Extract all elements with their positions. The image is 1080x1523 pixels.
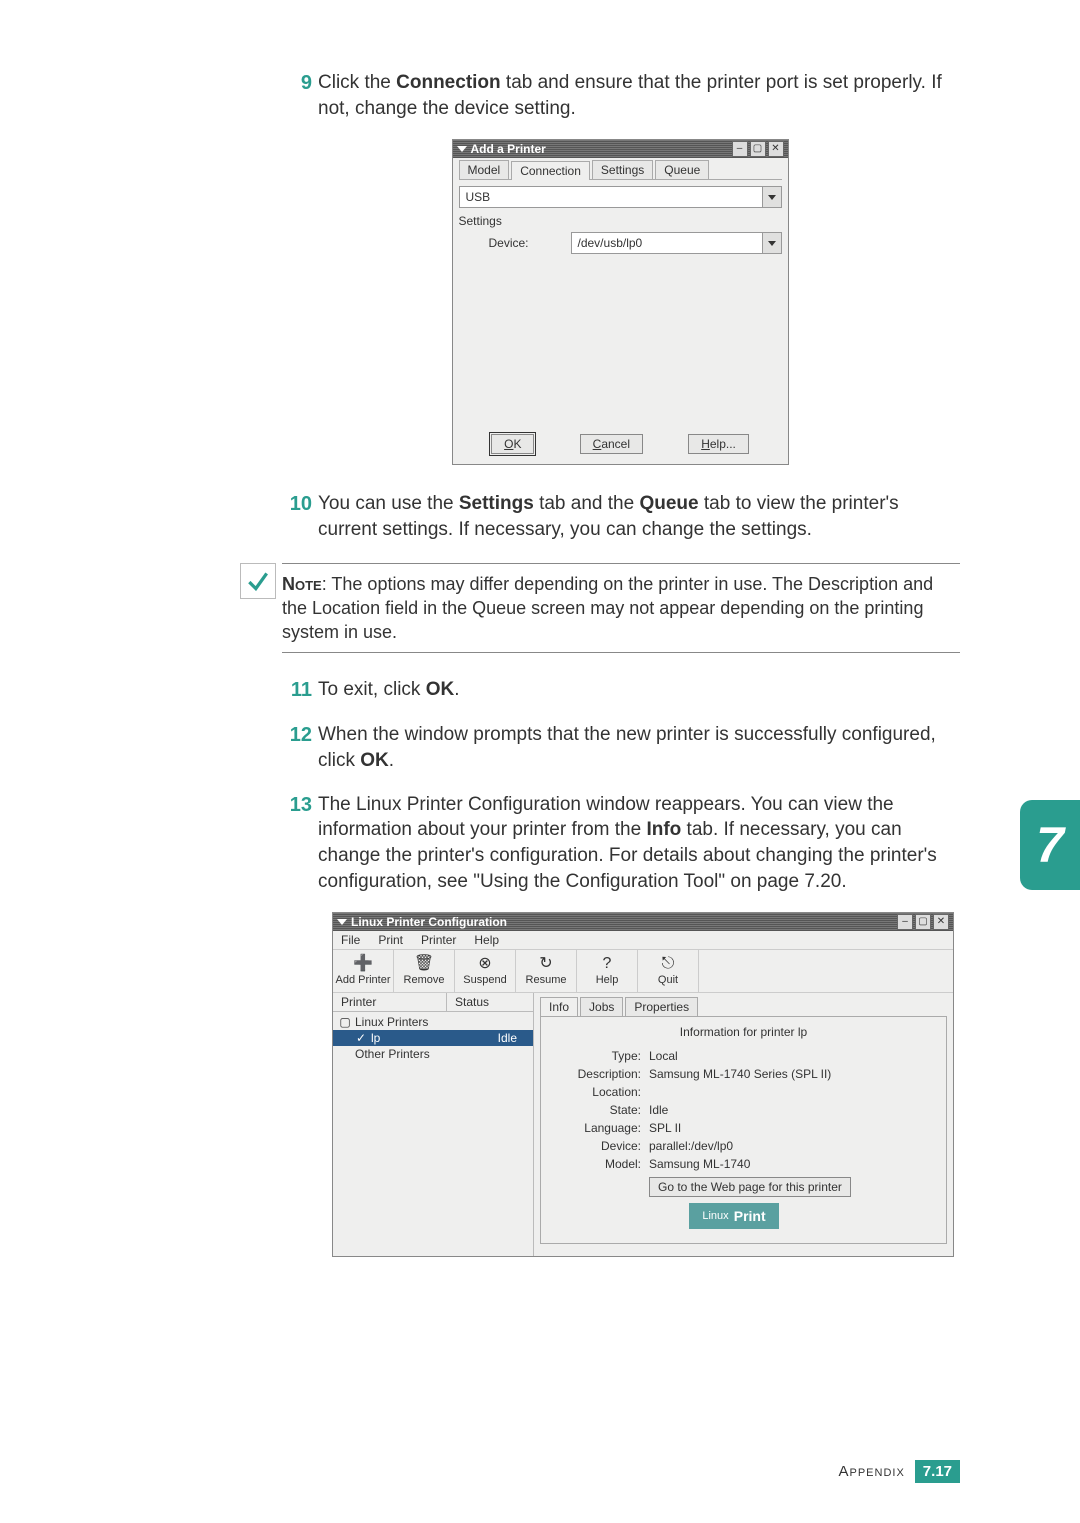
dialog-tabs: Model Connection Settings Queue: [459, 160, 782, 180]
linux-print-package-logo: Linux Print: [689, 1203, 779, 1229]
help-btn[interactable]: ?Help: [577, 950, 638, 992]
window-menu-icon[interactable]: [457, 146, 467, 152]
footer-appendix-label: Appendix: [839, 1463, 905, 1480]
step-13-text: The Linux Printer Configuration window r…: [318, 792, 960, 895]
connection-type-value: USB: [460, 190, 762, 204]
add-printer-dialog: Add a Printer – ▢ ✕ Model Connection Set…: [452, 139, 789, 465]
step-12-text: When the window prompts that the new pri…: [318, 722, 960, 773]
web-page-button[interactable]: Go to the Web page for this printer: [649, 1177, 851, 1197]
info-row: Description:Samsung ML-1740 Series (SPL …: [551, 1065, 936, 1083]
minimize-icon[interactable]: –: [732, 141, 748, 157]
toolbar: ➕Add Printer🗑Remove⊗Suspend↻Resume?Help⎋…: [333, 949, 953, 993]
tree-item[interactable]: Other Printers: [333, 1046, 533, 1062]
tab-queue[interactable]: Queue: [655, 160, 709, 179]
maximize-icon[interactable]: ▢: [915, 914, 931, 930]
printer-tree-pane: Printer Status ▢Linux Printers✓lpIdleOth…: [333, 993, 534, 1256]
remove-btn-icon: 🗑: [414, 956, 434, 972]
dialog-title: Add a Printer: [471, 142, 546, 156]
info-row: Model:Samsung ML-1740: [551, 1155, 936, 1173]
col-printer: Printer: [333, 993, 447, 1011]
tab-connection[interactable]: Connection: [511, 161, 590, 180]
tree-icon: ✓: [355, 1031, 367, 1045]
cancel-button[interactable]: Cancel: [580, 434, 643, 454]
tab-info[interactable]: Info: [540, 997, 578, 1016]
menu-print[interactable]: Print: [378, 933, 403, 947]
help-btn-icon: ?: [603, 956, 612, 972]
note-check-icon: [240, 563, 276, 599]
info-row: Language:SPL II: [551, 1119, 936, 1137]
info-row: Type:Local: [551, 1047, 936, 1065]
step-11-number: 11: [280, 677, 312, 704]
tab-jobs[interactable]: Jobs: [580, 997, 623, 1016]
tree-item[interactable]: ▢Linux Printers: [333, 1014, 533, 1030]
maximize-icon[interactable]: ▢: [750, 141, 766, 157]
quit-btn[interactable]: ⎋Quit: [638, 950, 699, 992]
page-number: 7.17: [915, 1460, 960, 1483]
info-panel-title: Information for printer lp: [551, 1023, 936, 1047]
tab-model[interactable]: Model: [459, 160, 510, 179]
menu-help[interactable]: Help: [474, 933, 499, 947]
device-value: /dev/usb/lp0: [572, 236, 762, 250]
connection-type-dropdown[interactable]: USB: [459, 186, 782, 208]
dialog-titlebar: Add a Printer – ▢ ✕: [453, 140, 788, 158]
info-row: Device:parallel:/dev/lp0: [551, 1137, 936, 1155]
remove-btn[interactable]: 🗑Remove: [394, 950, 455, 992]
note-text: Note: The options may differ depending o…: [282, 563, 960, 654]
chevron-down-icon[interactable]: [762, 187, 781, 207]
suspend-btn[interactable]: ⊗Suspend: [455, 950, 516, 992]
resume-btn[interactable]: ↻Resume: [516, 950, 577, 992]
linux-printer-config-dialog: Linux Printer Configuration – ▢ ✕ File P…: [332, 912, 954, 1257]
step-11-text: To exit, click OK.: [318, 677, 960, 704]
resume-btn-icon: ↻: [539, 956, 552, 972]
step-12-number: 12: [280, 722, 312, 773]
step-9-text: Click the Connection tab and ensure that…: [318, 70, 960, 121]
settings-group-label: Settings: [459, 214, 782, 228]
add-printer-btn-icon: ➕: [353, 956, 373, 972]
step-10-text: You can use the Settings tab and the Que…: [318, 491, 960, 542]
help-button[interactable]: Help...: [688, 434, 749, 454]
menubar: File Print Printer Help: [333, 931, 953, 949]
dialog2-title: Linux Printer Configuration: [351, 915, 507, 929]
col-status: Status: [447, 993, 533, 1011]
ok-button[interactable]: OK: [491, 434, 534, 454]
suspend-btn-icon: ⊗: [478, 956, 491, 972]
quit-btn-icon: ⎋: [662, 956, 675, 972]
chevron-down-icon[interactable]: [762, 233, 781, 253]
page-footer: Appendix 7.17: [839, 1460, 961, 1483]
device-dropdown[interactable]: /dev/usb/lp0: [571, 232, 782, 254]
tree-icon: ▢: [339, 1015, 351, 1029]
tree-item[interactable]: ✓lpIdle: [333, 1030, 533, 1046]
add-printer-btn[interactable]: ➕Add Printer: [333, 950, 394, 992]
tab-properties[interactable]: Properties: [625, 997, 698, 1016]
chapter-tab: 7: [1020, 800, 1080, 890]
tab-settings[interactable]: Settings: [592, 160, 653, 179]
step-13-number: 13: [280, 792, 312, 895]
info-row: Location:: [551, 1083, 936, 1101]
close-icon[interactable]: ✕: [933, 914, 949, 930]
close-icon[interactable]: ✕: [768, 141, 784, 157]
menu-file[interactable]: File: [341, 933, 360, 947]
device-label: Device:: [489, 236, 549, 250]
step-9-number: 9: [280, 70, 312, 121]
menu-printer[interactable]: Printer: [421, 933, 456, 947]
dialog2-titlebar: Linux Printer Configuration – ▢ ✕: [333, 913, 953, 931]
step-10-number: 10: [280, 491, 312, 542]
window-menu-icon[interactable]: [337, 919, 347, 925]
minimize-icon[interactable]: –: [897, 914, 913, 930]
info-row: State:Idle: [551, 1101, 936, 1119]
